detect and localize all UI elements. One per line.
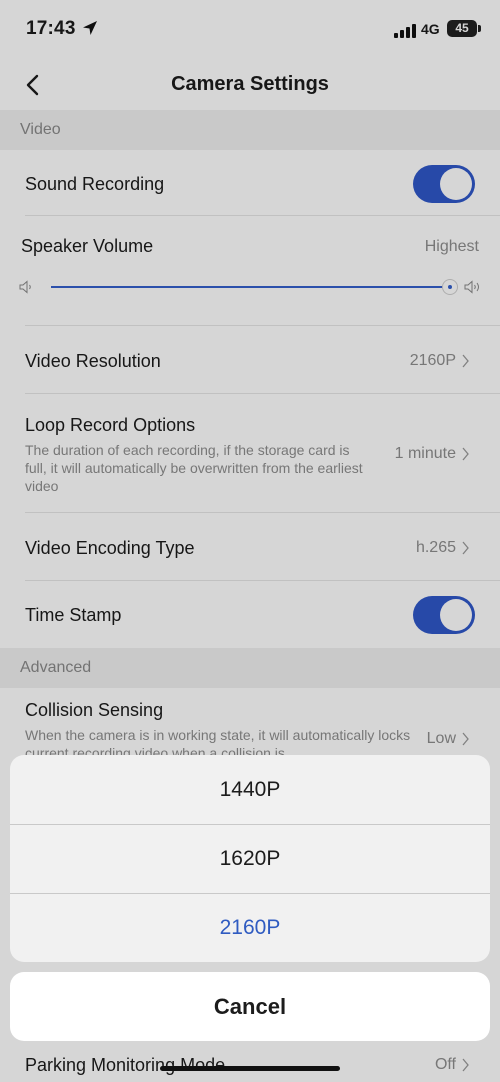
resolution-action-sheet: 1440P 1620P 2160P [10, 755, 490, 962]
home-indicator[interactable] [160, 1066, 340, 1071]
option-1620p[interactable]: 1620P [10, 824, 490, 893]
cancel-button[interactable]: Cancel [10, 972, 490, 1041]
option-2160p[interactable]: 2160P [10, 893, 490, 962]
option-1440p[interactable]: 1440P [10, 755, 490, 824]
